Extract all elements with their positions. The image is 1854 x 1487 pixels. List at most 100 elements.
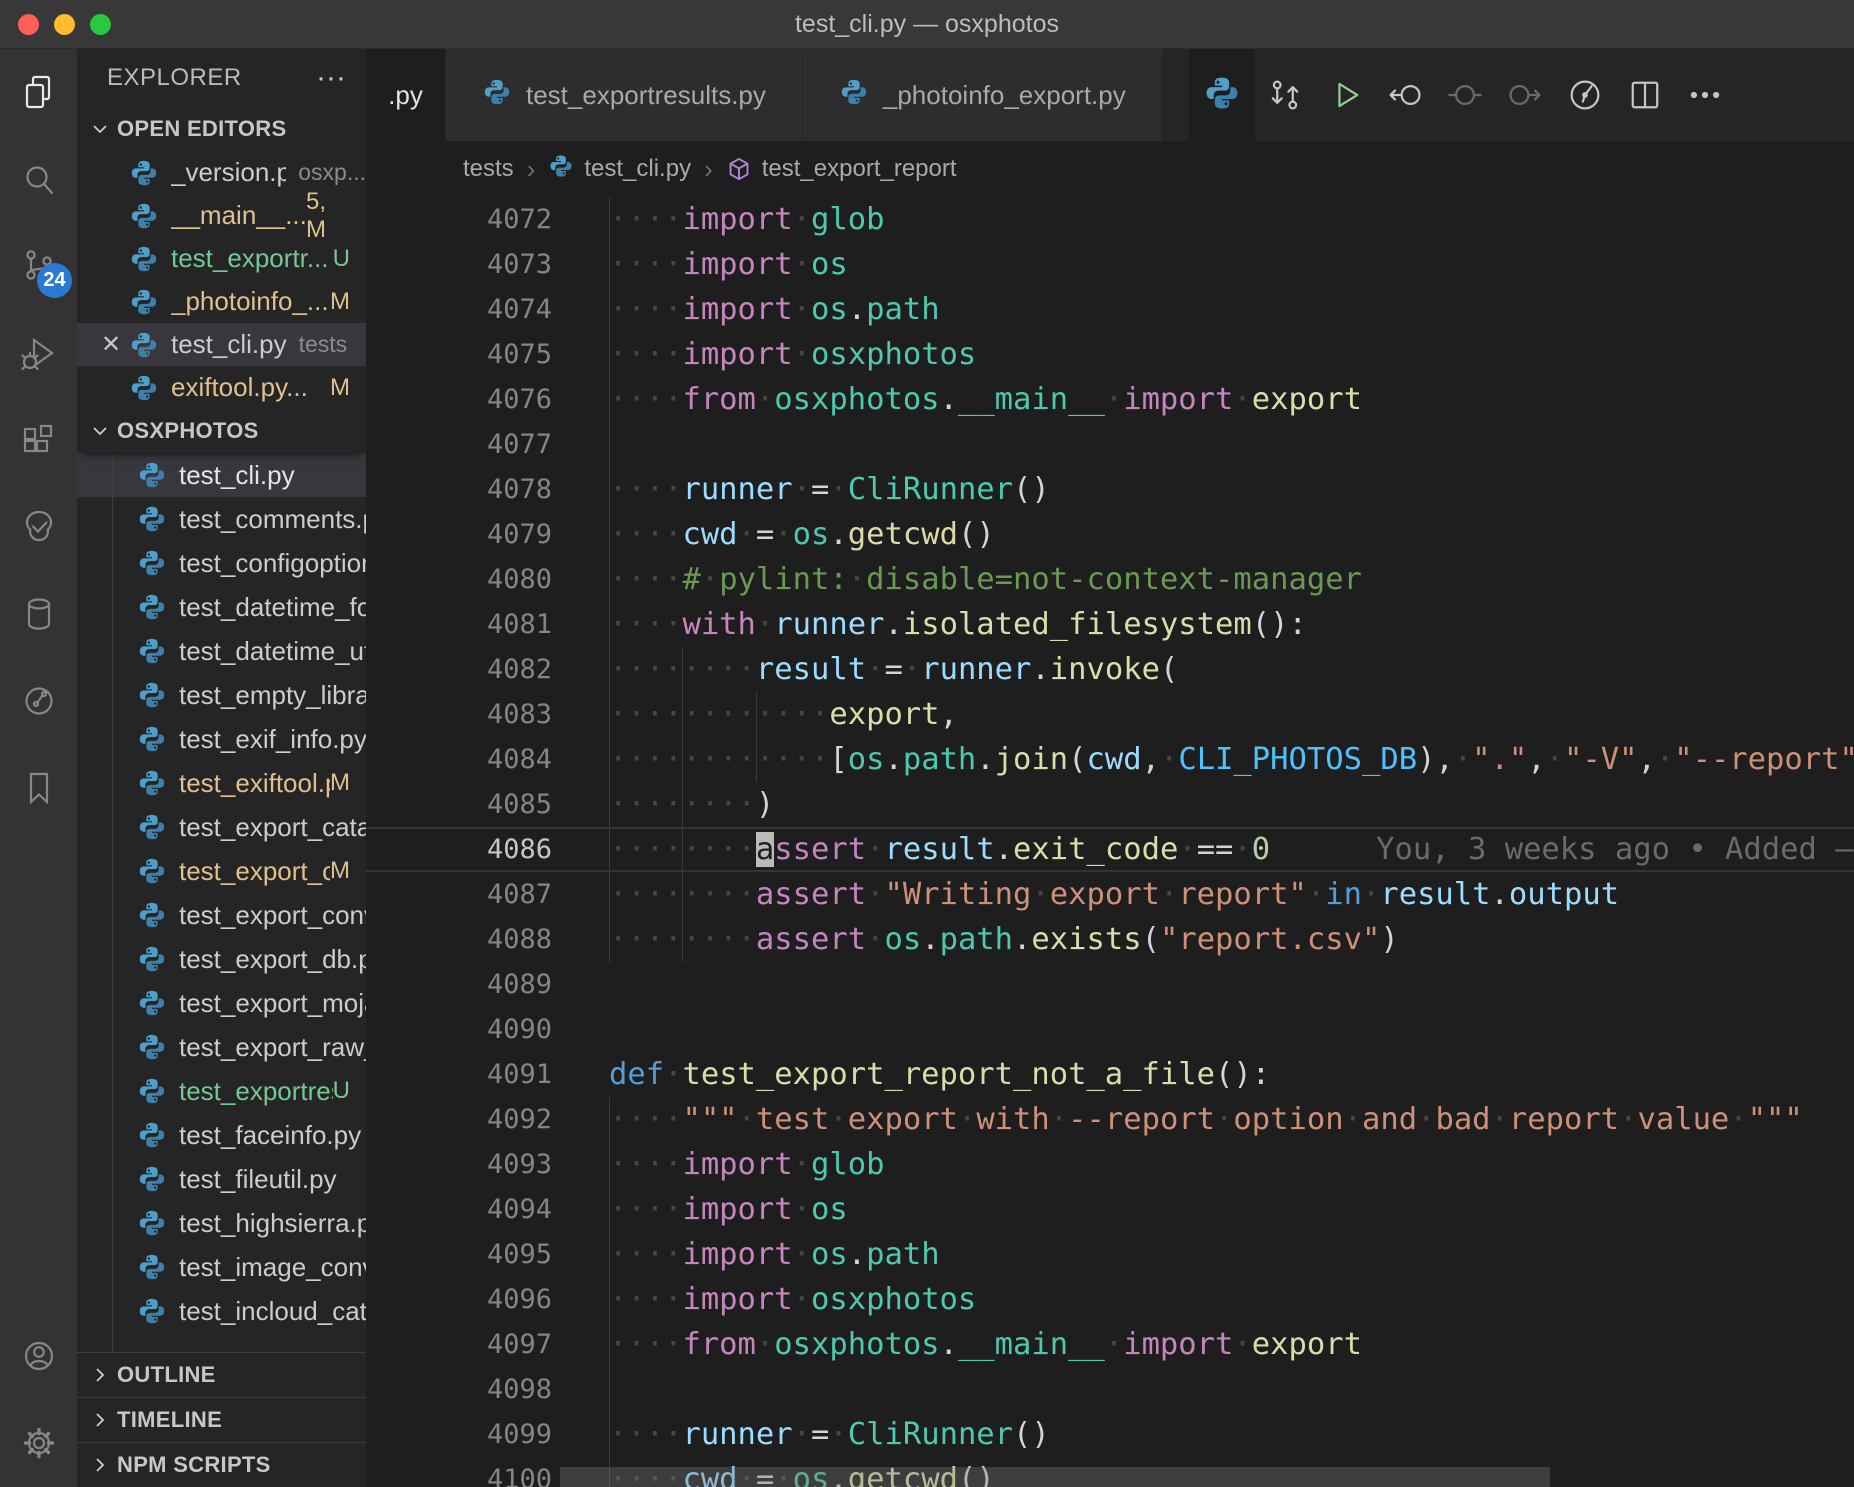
code-line[interactable]: 4081····with·runner.isolated_filesystem(…: [366, 602, 1854, 647]
minimize-window-button[interactable]: [54, 14, 75, 35]
code-line[interactable]: 4093····import·glob: [366, 1142, 1854, 1187]
close-window-button[interactable]: [18, 14, 39, 35]
file-tree-item[interactable]: test_exiftool.pyM: [77, 761, 366, 805]
file-tree-item[interactable]: test_datetime_form...: [77, 585, 366, 629]
code-line[interactable]: 4078····runner·=·CliRunner(): [366, 467, 1854, 512]
code-line[interactable]: 4096····import·osxphotos: [366, 1277, 1854, 1322]
file-tree-item[interactable]: test_image_convert...: [77, 1245, 366, 1289]
horizontal-scrollbar[interactable]: [560, 1467, 1550, 1487]
file-tree-item[interactable]: test_cli.py: [77, 453, 366, 497]
line-number[interactable]: 4096: [366, 1277, 552, 1322]
line-number[interactable]: 4075: [366, 332, 552, 377]
code-line[interactable]: 4087········assert·"Writing·export·repor…: [366, 872, 1854, 917]
breadcrumb-symbol[interactable]: test_export_report: [726, 155, 957, 183]
file-tree-item[interactable]: test_comments.py: [77, 497, 366, 541]
code-line[interactable]: 4083············export,: [366, 692, 1854, 737]
file-tree-item[interactable]: test_datetime_utils....: [77, 629, 366, 673]
code-line[interactable]: 4077: [366, 422, 1854, 467]
breadcrumb-test-cli[interactable]: test_cli.py: [548, 153, 691, 186]
code-line[interactable]: 4079····cwd·=·os.getcwd(): [366, 512, 1854, 557]
code-line[interactable]: 4090: [366, 1007, 1854, 1052]
file-tree-item[interactable]: test_incloud_catali...: [77, 1289, 366, 1333]
code-line[interactable]: 4091def·test_export_report_not_a_file():: [366, 1052, 1854, 1097]
line-number[interactable]: 4097: [366, 1322, 552, 1367]
section-timeline[interactable]: TIMELINE: [77, 1397, 366, 1442]
file-tree-item[interactable]: test_empty_library_...: [77, 673, 366, 717]
line-number[interactable]: 4074: [366, 287, 552, 332]
line-number[interactable]: 4091: [366, 1052, 552, 1097]
line-number[interactable]: 4090: [366, 1007, 552, 1052]
maximize-window-button[interactable]: [90, 14, 111, 35]
file-tree-item[interactable]: test_highsierra.py: [77, 1201, 366, 1245]
line-number[interactable]: 4099: [366, 1412, 552, 1457]
code-line[interactable]: 4097····from·osxphotos.__main__·import·e…: [366, 1322, 1854, 1367]
code-line[interactable]: 4094····import·os: [366, 1187, 1854, 1232]
code-line[interactable]: 4080····#·pylint:·disable=not-context-ma…: [366, 557, 1854, 602]
compare-changes-icon[interactable]: [1255, 64, 1315, 126]
open-editor-item[interactable]: _photoinfo_...M: [77, 280, 366, 323]
line-number[interactable]: 4085: [366, 782, 552, 827]
explorer-icon[interactable]: [0, 49, 77, 136]
code-line[interactable]: 4088········assert·os.path.exists("repor…: [366, 917, 1854, 962]
python-logo-icon[interactable]: [1189, 49, 1255, 141]
code-editor[interactable]: 4072····import·glob4073····import·os4074…: [366, 197, 1854, 1487]
breadcrumb-tests[interactable]: tests: [463, 155, 514, 183]
file-tree-item[interactable]: test_faceinfo.py: [77, 1113, 366, 1157]
line-number[interactable]: 4088: [366, 917, 552, 962]
line-number[interactable]: 4100: [366, 1457, 552, 1487]
open-editor-item[interactable]: __main__....5, M: [77, 194, 366, 237]
file-tree-item[interactable]: test_export_conver...: [77, 893, 366, 937]
run-icon[interactable]: [1315, 64, 1375, 126]
line-number[interactable]: 4083: [366, 692, 552, 737]
line-number[interactable]: 4098: [366, 1367, 552, 1412]
code-line[interactable]: 4072····import·glob: [366, 197, 1854, 242]
section-npm-scripts[interactable]: NPM SCRIPTS: [77, 1442, 366, 1487]
explorer-more-actions-icon[interactable]: ···: [316, 68, 346, 88]
line-number[interactable]: 4079: [366, 512, 552, 557]
file-tree-item[interactable]: test_exportres...U: [77, 1069, 366, 1113]
tab-photoinfo-export[interactable]: _photoinfo_export.py: [803, 49, 1163, 141]
code-line[interactable]: 4073····import·os: [366, 242, 1854, 287]
change-indicator-icon[interactable]: [1435, 64, 1495, 126]
code-line[interactable]: 4098: [366, 1367, 1854, 1412]
run-debug-icon[interactable]: [0, 310, 77, 397]
run-status-icon[interactable]: [1555, 64, 1615, 126]
section-osxphotos[interactable]: OSXPHOTOS: [77, 409, 366, 453]
account-icon[interactable]: [0, 1313, 77, 1400]
line-number[interactable]: 4080: [366, 557, 552, 602]
settings-gear-icon[interactable]: [0, 1400, 77, 1487]
code-line[interactable]: 4074····import·os.path: [366, 287, 1854, 332]
gitlens-icon[interactable]: [0, 658, 77, 745]
line-number[interactable]: 4084: [366, 737, 552, 782]
section-outline[interactable]: OUTLINE: [77, 1352, 366, 1397]
code-line[interactable]: 4099····runner·=·CliRunner(): [366, 1412, 1854, 1457]
file-tree-item[interactable]: test_export_raw_ca...: [77, 1025, 366, 1069]
code-line[interactable]: 4085········): [366, 782, 1854, 827]
code-line[interactable]: 4076····from·osxphotos.__main__·import·e…: [366, 377, 1854, 422]
line-number[interactable]: 4081: [366, 602, 552, 647]
search-icon[interactable]: [0, 136, 77, 223]
line-number[interactable]: 4078: [366, 467, 552, 512]
open-editor-item[interactable]: test_exportr...U: [77, 237, 366, 280]
line-number[interactable]: 4094: [366, 1187, 552, 1232]
close-icon[interactable]: ✕: [93, 330, 129, 359]
code-line[interactable]: 4089: [366, 962, 1854, 1007]
tab-test-exportresults[interactable]: test_exportresults.py: [446, 49, 803, 141]
line-number[interactable]: 4072: [366, 197, 552, 242]
tab-test-cli[interactable]: .py: [366, 49, 446, 141]
file-tree-item[interactable]: test_export_c...M: [77, 849, 366, 893]
line-number[interactable]: 4082: [366, 647, 552, 692]
line-number[interactable]: 4086: [366, 827, 552, 872]
file-tree-item[interactable]: test_export_catalin...: [77, 805, 366, 849]
code-line[interactable]: 4084············[os.path.join(cwd,·CLI_P…: [366, 737, 1854, 782]
next-change-icon[interactable]: [1495, 64, 1555, 126]
file-tree-item[interactable]: test_fileutil.py: [77, 1157, 366, 1201]
file-tree-item[interactable]: test_exif_info.py: [77, 717, 366, 761]
database-icon[interactable]: [0, 571, 77, 658]
source-control-icon[interactable]: 24: [0, 223, 77, 310]
line-number[interactable]: 4077: [366, 422, 552, 467]
file-tree-item[interactable]: test_export_db.py: [77, 937, 366, 981]
code-line[interactable]: 4082········result·=·runner.invoke(: [366, 647, 1854, 692]
code-line[interactable]: 4086········assert·result.exit_code·==·0…: [366, 827, 1854, 872]
line-number[interactable]: 4087: [366, 872, 552, 917]
